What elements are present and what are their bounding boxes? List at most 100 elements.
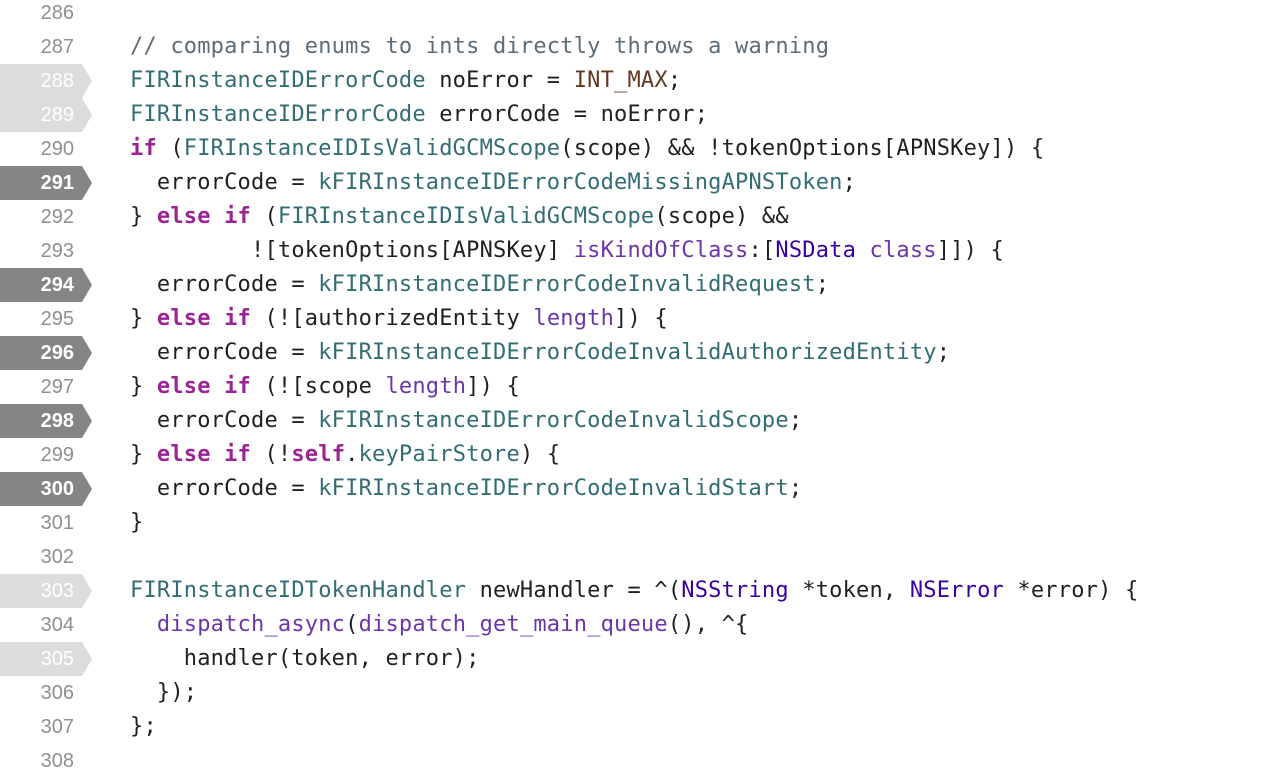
code-token-keyword: if [130,136,157,161]
code-text[interactable]: if (FIRInstanceIDIsValidGCMScope(scope) … [130,132,1044,166]
code-token-plain: ; [788,476,803,501]
code-line[interactable]: 288 FIRInstanceIDErrorCode noError = INT_… [0,64,1270,98]
code-token-type: FIRInstanceIDErrorCode [130,68,426,93]
code-text[interactable]: FIRInstanceIDErrorCode noError = INT_MAX… [130,64,681,98]
gutter-cell[interactable]: 295 [0,302,92,336]
code-line[interactable]: 286 [0,0,1270,30]
gutter-cell[interactable]: 289 [0,98,92,132]
code-text[interactable]: }; [130,710,157,744]
gutter-cell[interactable]: 296 [0,336,92,370]
gutter-cell[interactable]: 308 [0,744,92,778]
code-editor[interactable]: 286 287 // comparing enums to ints directl… [0,0,1270,776]
code-line[interactable]: 297 } else if (![scope length]) { [0,370,1270,404]
code-token-plain: noError = [425,68,574,93]
code-line[interactable]: 289 FIRInstanceIDErrorCode errorCode = no… [0,98,1270,132]
code-line[interactable]: 302 [0,540,1270,574]
code-text[interactable]: ![tokenOptions[APNSKey] isKindOfClass:[N… [130,234,1004,268]
code-token-plain: } [130,442,157,467]
code-line[interactable]: 295 } else if (![authorizedEntity length]… [0,302,1270,336]
code-line[interactable]: 307}; [0,710,1270,744]
gutter-cell[interactable]: 303 [0,574,92,608]
code-token-plain: ; [842,170,857,195]
gutter-cell[interactable]: 291 [0,166,92,200]
gutter-cell[interactable]: 299 [0,438,92,472]
line-number: 305 [40,648,74,670]
code-token-plain: (), ^{ [667,612,749,637]
gutter-cell[interactable]: 288 [0,64,92,98]
code-text[interactable]: dispatch_async(dispatch_get_main_queue()… [130,608,749,642]
code-token-keyword: self [291,442,346,467]
code-text[interactable]: FIRInstanceIDErrorCode errorCode = noErr… [130,98,708,132]
gutter-cell[interactable]: 302 [0,540,92,574]
code-text[interactable]: errorCode = kFIRInstanceIDErrorCodeInval… [130,404,802,438]
code-text[interactable]: } else if (FIRInstanceIDIsValidGCMScope(… [130,200,789,234]
code-token-keyword: else if [156,442,252,467]
gutter-cell[interactable]: 297 [0,370,92,404]
code-token-plain: } [130,306,157,331]
code-line[interactable]: 294 errorCode = kFIRInstanceIDErrorCodeI… [0,268,1270,302]
code-text[interactable]: // comparing enums to ints directly thro… [130,30,829,64]
code-line[interactable]: 305 handler(token, error); [0,642,1270,676]
code-text[interactable]: errorCode = kFIRInstanceIDErrorCodeInval… [130,268,829,302]
gutter-cell[interactable]: 298 [0,404,92,438]
code-line[interactable]: 301} [0,506,1270,540]
gutter-cell[interactable]: 306 [0,676,92,710]
code-line[interactable]: 290 if (FIRInstanceIDIsValidGCMScope(scop… [0,132,1270,166]
code-token-plain: ; [788,408,803,433]
code-text[interactable]: errorCode = kFIRInstanceIDErrorCodeMissi… [130,166,856,200]
gutter-cell[interactable]: 304 [0,608,92,642]
line-number: 306 [40,682,74,704]
code-line[interactable]: 304 dispatch_async(dispatch_get_main_que… [0,608,1270,642]
code-text[interactable]: }); [130,676,197,710]
code-line[interactable]: 306 }); [0,676,1270,710]
code-token-plain: ) { [519,442,561,467]
code-text[interactable]: } else if (!self.keyPairStore) { [130,438,560,472]
code-text[interactable]: errorCode = kFIRInstanceIDErrorCodeInval… [130,336,950,370]
code-text[interactable]: } else if (![authorizedEntity length]) { [130,302,668,336]
code-token-plain: ; [667,68,682,93]
gutter-cell[interactable]: 286 [0,0,92,30]
code-token-plain: ( [345,612,359,637]
code-line[interactable]: 300 errorCode = kFIRInstanceIDErrorCodeI… [0,472,1270,506]
code-token-plain: ]]) { [936,238,1004,263]
gutter-cell[interactable]: 307 [0,710,92,744]
line-number: 301 [40,512,74,534]
code-token-plain: ![tokenOptions[APNSKey] [130,238,574,263]
gutter-cell[interactable]: 305 [0,642,92,676]
gutter-cell[interactable]: 294 [0,268,92,302]
gutter-cell[interactable]: 293 [0,234,92,268]
gutter-cell[interactable]: 290 [0,132,92,166]
code-line[interactable]: 299 } else if (!self.keyPairStore) { [0,438,1270,472]
gutter-cell[interactable]: 301 [0,506,92,540]
code-token-plain: ]) { [614,306,668,331]
code-line[interactable]: 291 errorCode = kFIRInstanceIDErrorCodeM… [0,166,1270,200]
code-token-type: kFIRInstanceIDErrorCodeInvalidScope [318,408,789,433]
code-line[interactable]: 287 // comparing enums to ints directly t… [0,30,1270,64]
gutter-cell[interactable]: 300 [0,472,92,506]
line-number: 308 [40,750,74,772]
code-token-class: NSData [775,238,857,263]
code-text[interactable]: } [130,506,143,540]
code-line[interactable]: 296 errorCode = kFIRInstanceIDErrorCodeI… [0,336,1270,370]
code-token-macro: INT_MAX [573,68,668,93]
line-number: 291 [40,172,74,194]
code-line[interactable]: 292 } else if (FIRInstanceIDIsValidGCMSco… [0,200,1270,234]
code-token-keyword: else if [156,306,252,331]
code-text[interactable]: handler(token, error); [130,642,480,676]
code-line[interactable]: 293 ![tokenOptions[APNSKey] isKindOfClas… [0,234,1270,268]
code-text[interactable]: } else if (![scope length]) { [130,370,520,404]
code-token-plain: ; [936,340,951,365]
gutter-cell[interactable]: 287 [0,30,92,64]
code-line[interactable]: 298 errorCode = kFIRInstanceIDErrorCodeI… [0,404,1270,438]
code-text[interactable]: errorCode = kFIRInstanceIDErrorCodeInval… [130,472,802,506]
line-number: 298 [40,410,74,432]
code-line[interactable]: 303 FIRInstanceIDTokenHandler newHandler … [0,574,1270,608]
line-number: 289 [40,104,74,126]
gutter-cell[interactable]: 292 [0,200,92,234]
code-token-plain: handler(token, error); [130,646,480,671]
line-number: 290 [40,138,74,160]
code-text[interactable]: FIRInstanceIDTokenHandler newHandler = ^… [130,574,1138,608]
code-line[interactable]: 308 [0,744,1270,778]
